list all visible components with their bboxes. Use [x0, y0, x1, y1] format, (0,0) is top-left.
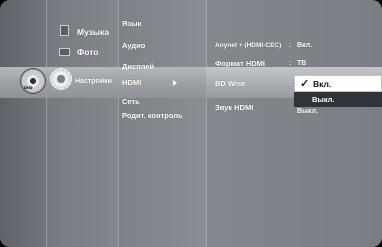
- option-hdmi-sound-value: Выкл.: [297, 108, 319, 115]
- arrow-right-icon: [173, 80, 177, 86]
- settings-item-language[interactable]: Язык: [122, 19, 141, 28]
- column-main-menu: [46, 0, 118, 247]
- dropdown-option-on-label: Вкл.: [313, 79, 332, 89]
- main-menu-item-photo[interactable]: Фото: [77, 47, 98, 57]
- settings-item-display[interactable]: Дисплей: [122, 62, 154, 71]
- option-bdwise-separator: :: [289, 80, 292, 87]
- column-settings-menu: [118, 0, 206, 247]
- option-bdwise-label[interactable]: BD Wise: [215, 79, 245, 88]
- column-hdmi-options: [206, 0, 382, 247]
- settings-screen: DVD Музыка Фото Настройки Язык Аудио Дис…: [0, 0, 382, 247]
- music-icon: [60, 25, 69, 36]
- settings-item-network[interactable]: Сеть: [122, 97, 140, 106]
- disc-label: DVD: [24, 85, 33, 90]
- checkmark-icon: ✓: [300, 78, 310, 90]
- settings-item-parental[interactable]: Родит. контроль: [122, 111, 183, 120]
- bd-wise-dropdown[interactable]: ✓ Вкл. Выкл.: [294, 75, 382, 107]
- dropdown-option-off-label: Выкл.: [312, 95, 335, 104]
- disc-icon: [20, 68, 46, 94]
- option-anynet-label[interactable]: Anynet + (HDMI-CEC): [215, 42, 281, 49]
- option-hdmi-sound-label[interactable]: Звук HDMI: [215, 103, 253, 112]
- main-menu-item-settings[interactable]: Настройки: [75, 78, 112, 85]
- option-format-label[interactable]: Формат HDMI: [215, 59, 265, 68]
- photo-icon: [59, 48, 70, 56]
- option-format-separator: :: [289, 60, 292, 67]
- settings-item-hdmi[interactable]: HDMI: [122, 78, 141, 87]
- settings-item-audio[interactable]: Аудио: [122, 41, 145, 50]
- dropdown-option-off[interactable]: Выкл.: [294, 92, 382, 107]
- main-menu-item-music[interactable]: Музыка: [77, 27, 109, 37]
- option-anynet-separator: :: [289, 42, 292, 49]
- option-anynet-value: Вкл.: [297, 42, 313, 49]
- gear-icon: [50, 68, 72, 90]
- dropdown-option-on[interactable]: ✓ Вкл.: [294, 75, 382, 92]
- column-disc: [0, 0, 46, 247]
- option-format-value: ТВ: [297, 60, 307, 67]
